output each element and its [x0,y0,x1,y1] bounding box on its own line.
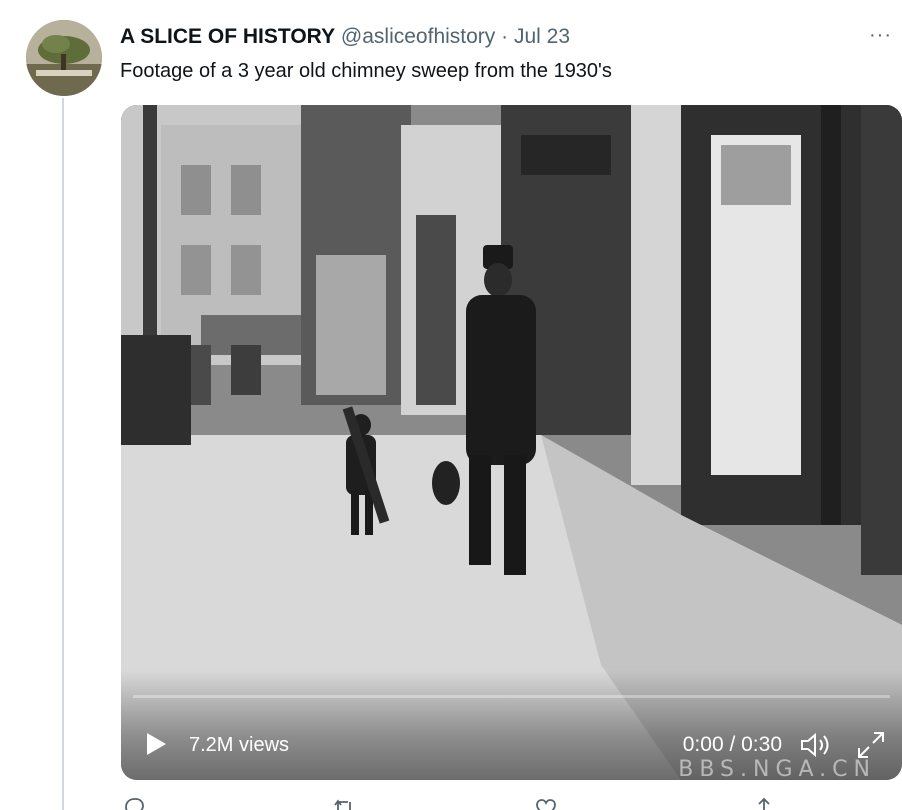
fullscreen-icon[interactable] [856,730,886,760]
watermark: BBS.NGA.CN [678,757,876,780]
meta-separator: · [501,25,509,48]
more-options-button[interactable]: ··· [869,22,892,48]
tweet-actions [120,796,880,810]
author-avatar[interactable] [26,20,102,96]
video-player[interactable]: 7.2M views 0:00 / 0:30 BBS.NGA.CN [121,105,902,780]
progress-bar[interactable] [133,695,890,698]
share-icon[interactable] [752,796,776,810]
reply-icon[interactable] [122,796,146,810]
tweet-text: Footage of a 3 year old chimney sweep fr… [120,60,612,82]
author-name[interactable]: A SLICE OF HISTORY [120,25,335,48]
tweet-header: A SLICE OF HISTORY @asliceofhistory · Ju… [120,22,882,52]
thread-line [62,98,64,810]
retweet-icon[interactable] [332,796,356,810]
heart-icon[interactable] [534,796,558,810]
tweet-date[interactable]: Jul 23 [514,25,570,48]
volume-icon[interactable] [800,732,832,758]
play-icon[interactable] [145,732,167,756]
video-time: 0:00 / 0:30 [682,733,782,756]
author-handle[interactable]: @asliceofhistory [341,25,495,48]
view-count: 7.2M views [189,734,290,756]
